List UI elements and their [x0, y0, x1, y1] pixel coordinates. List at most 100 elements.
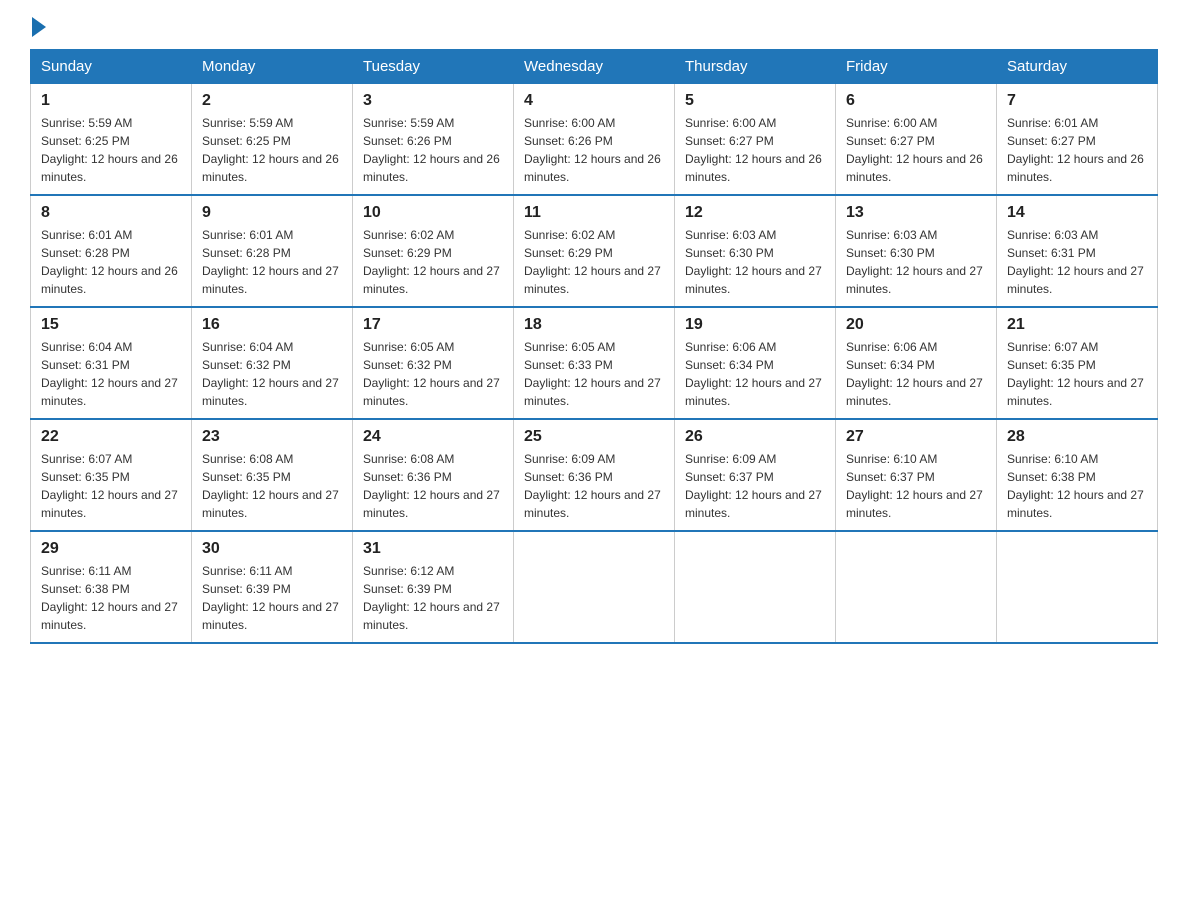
calendar-day-cell: 16 Sunrise: 6:04 AM Sunset: 6:32 PM Dayl… [192, 307, 353, 419]
day-number: 6 [846, 92, 986, 110]
calendar-day-cell: 30 Sunrise: 6:11 AM Sunset: 6:39 PM Dayl… [192, 531, 353, 643]
day-info: Sunrise: 6:06 AM Sunset: 6:34 PM Dayligh… [685, 338, 825, 410]
calendar-day-cell [514, 531, 675, 643]
day-number: 29 [41, 540, 181, 558]
day-number: 16 [202, 316, 342, 334]
day-info: Sunrise: 6:10 AM Sunset: 6:37 PM Dayligh… [846, 450, 986, 522]
calendar-day-cell: 22 Sunrise: 6:07 AM Sunset: 6:35 PM Dayl… [31, 419, 192, 531]
day-of-week-header: Sunday [31, 50, 192, 84]
day-info: Sunrise: 5:59 AM Sunset: 6:25 PM Dayligh… [202, 114, 342, 186]
logo [30, 25, 46, 37]
day-info: Sunrise: 6:07 AM Sunset: 6:35 PM Dayligh… [41, 450, 181, 522]
day-number: 23 [202, 428, 342, 446]
day-number: 11 [524, 204, 664, 222]
calendar-day-cell: 14 Sunrise: 6:03 AM Sunset: 6:31 PM Dayl… [997, 195, 1158, 307]
day-info: Sunrise: 6:02 AM Sunset: 6:29 PM Dayligh… [524, 226, 664, 298]
calendar-day-cell: 13 Sunrise: 6:03 AM Sunset: 6:30 PM Dayl… [836, 195, 997, 307]
day-number: 12 [685, 204, 825, 222]
day-number: 30 [202, 540, 342, 558]
calendar-day-cell: 31 Sunrise: 6:12 AM Sunset: 6:39 PM Dayl… [353, 531, 514, 643]
calendar-day-cell: 12 Sunrise: 6:03 AM Sunset: 6:30 PM Dayl… [675, 195, 836, 307]
day-number: 31 [363, 540, 503, 558]
calendar-week-row: 29 Sunrise: 6:11 AM Sunset: 6:38 PM Dayl… [31, 531, 1158, 643]
calendar-day-cell: 1 Sunrise: 5:59 AM Sunset: 6:25 PM Dayli… [31, 84, 192, 196]
calendar-day-cell [836, 531, 997, 643]
day-number: 21 [1007, 316, 1147, 334]
calendar-day-cell: 23 Sunrise: 6:08 AM Sunset: 6:35 PM Dayl… [192, 419, 353, 531]
calendar-day-cell: 2 Sunrise: 5:59 AM Sunset: 6:25 PM Dayli… [192, 84, 353, 196]
calendar-week-row: 22 Sunrise: 6:07 AM Sunset: 6:35 PM Dayl… [31, 419, 1158, 531]
day-info: Sunrise: 6:08 AM Sunset: 6:36 PM Dayligh… [363, 450, 503, 522]
day-of-week-header: Wednesday [514, 50, 675, 84]
day-of-week-header: Monday [192, 50, 353, 84]
calendar-day-cell: 7 Sunrise: 6:01 AM Sunset: 6:27 PM Dayli… [997, 84, 1158, 196]
calendar-week-row: 15 Sunrise: 6:04 AM Sunset: 6:31 PM Dayl… [31, 307, 1158, 419]
day-number: 1 [41, 92, 181, 110]
calendar-day-cell: 18 Sunrise: 6:05 AM Sunset: 6:33 PM Dayl… [514, 307, 675, 419]
day-number: 24 [363, 428, 503, 446]
day-number: 25 [524, 428, 664, 446]
day-number: 3 [363, 92, 503, 110]
day-info: Sunrise: 6:00 AM Sunset: 6:27 PM Dayligh… [846, 114, 986, 186]
day-info: Sunrise: 6:01 AM Sunset: 6:28 PM Dayligh… [41, 226, 181, 298]
calendar-day-cell: 26 Sunrise: 6:09 AM Sunset: 6:37 PM Dayl… [675, 419, 836, 531]
day-info: Sunrise: 6:02 AM Sunset: 6:29 PM Dayligh… [363, 226, 503, 298]
day-number: 18 [524, 316, 664, 334]
day-info: Sunrise: 6:10 AM Sunset: 6:38 PM Dayligh… [1007, 450, 1147, 522]
day-number: 20 [846, 316, 986, 334]
day-info: Sunrise: 6:01 AM Sunset: 6:27 PM Dayligh… [1007, 114, 1147, 186]
calendar-day-cell: 3 Sunrise: 5:59 AM Sunset: 6:26 PM Dayli… [353, 84, 514, 196]
logo-triangle-icon [32, 17, 46, 37]
calendar-day-cell: 10 Sunrise: 6:02 AM Sunset: 6:29 PM Dayl… [353, 195, 514, 307]
day-number: 9 [202, 204, 342, 222]
calendar-day-cell [675, 531, 836, 643]
calendar-week-row: 1 Sunrise: 5:59 AM Sunset: 6:25 PM Dayli… [31, 84, 1158, 196]
day-number: 4 [524, 92, 664, 110]
day-info: Sunrise: 6:05 AM Sunset: 6:32 PM Dayligh… [363, 338, 503, 410]
page-header [30, 20, 1158, 37]
day-number: 5 [685, 92, 825, 110]
calendar-day-cell: 27 Sunrise: 6:10 AM Sunset: 6:37 PM Dayl… [836, 419, 997, 531]
day-info: Sunrise: 6:03 AM Sunset: 6:30 PM Dayligh… [846, 226, 986, 298]
day-info: Sunrise: 6:08 AM Sunset: 6:35 PM Dayligh… [202, 450, 342, 522]
day-number: 26 [685, 428, 825, 446]
calendar-day-cell: 19 Sunrise: 6:06 AM Sunset: 6:34 PM Dayl… [675, 307, 836, 419]
calendar-day-cell: 29 Sunrise: 6:11 AM Sunset: 6:38 PM Dayl… [31, 531, 192, 643]
calendar-day-cell: 8 Sunrise: 6:01 AM Sunset: 6:28 PM Dayli… [31, 195, 192, 307]
day-info: Sunrise: 6:11 AM Sunset: 6:39 PM Dayligh… [202, 562, 342, 634]
calendar-day-cell: 25 Sunrise: 6:09 AM Sunset: 6:36 PM Dayl… [514, 419, 675, 531]
day-number: 19 [685, 316, 825, 334]
day-info: Sunrise: 6:03 AM Sunset: 6:31 PM Dayligh… [1007, 226, 1147, 298]
calendar-day-cell: 11 Sunrise: 6:02 AM Sunset: 6:29 PM Dayl… [514, 195, 675, 307]
calendar-header-row: SundayMondayTuesdayWednesdayThursdayFrid… [31, 50, 1158, 84]
day-info: Sunrise: 6:03 AM Sunset: 6:30 PM Dayligh… [685, 226, 825, 298]
day-info: Sunrise: 6:05 AM Sunset: 6:33 PM Dayligh… [524, 338, 664, 410]
day-number: 27 [846, 428, 986, 446]
day-info: Sunrise: 5:59 AM Sunset: 6:26 PM Dayligh… [363, 114, 503, 186]
day-number: 2 [202, 92, 342, 110]
day-info: Sunrise: 6:09 AM Sunset: 6:36 PM Dayligh… [524, 450, 664, 522]
day-info: Sunrise: 6:00 AM Sunset: 6:27 PM Dayligh… [685, 114, 825, 186]
day-info: Sunrise: 6:07 AM Sunset: 6:35 PM Dayligh… [1007, 338, 1147, 410]
day-number: 7 [1007, 92, 1147, 110]
day-info: Sunrise: 6:04 AM Sunset: 6:32 PM Dayligh… [202, 338, 342, 410]
calendar-day-cell [997, 531, 1158, 643]
day-number: 8 [41, 204, 181, 222]
day-number: 13 [846, 204, 986, 222]
calendar-table: SundayMondayTuesdayWednesdayThursdayFrid… [30, 49, 1158, 644]
calendar-week-row: 8 Sunrise: 6:01 AM Sunset: 6:28 PM Dayli… [31, 195, 1158, 307]
day-number: 17 [363, 316, 503, 334]
day-number: 15 [41, 316, 181, 334]
calendar-body: 1 Sunrise: 5:59 AM Sunset: 6:25 PM Dayli… [31, 84, 1158, 644]
day-info: Sunrise: 6:09 AM Sunset: 6:37 PM Dayligh… [685, 450, 825, 522]
day-info: Sunrise: 6:12 AM Sunset: 6:39 PM Dayligh… [363, 562, 503, 634]
calendar-day-cell: 6 Sunrise: 6:00 AM Sunset: 6:27 PM Dayli… [836, 84, 997, 196]
day-info: Sunrise: 6:11 AM Sunset: 6:38 PM Dayligh… [41, 562, 181, 634]
calendar-day-cell: 15 Sunrise: 6:04 AM Sunset: 6:31 PM Dayl… [31, 307, 192, 419]
day-info: Sunrise: 6:00 AM Sunset: 6:26 PM Dayligh… [524, 114, 664, 186]
day-info: Sunrise: 6:04 AM Sunset: 6:31 PM Dayligh… [41, 338, 181, 410]
day-number: 28 [1007, 428, 1147, 446]
day-number: 22 [41, 428, 181, 446]
calendar-day-cell: 28 Sunrise: 6:10 AM Sunset: 6:38 PM Dayl… [997, 419, 1158, 531]
calendar-day-cell: 4 Sunrise: 6:00 AM Sunset: 6:26 PM Dayli… [514, 84, 675, 196]
